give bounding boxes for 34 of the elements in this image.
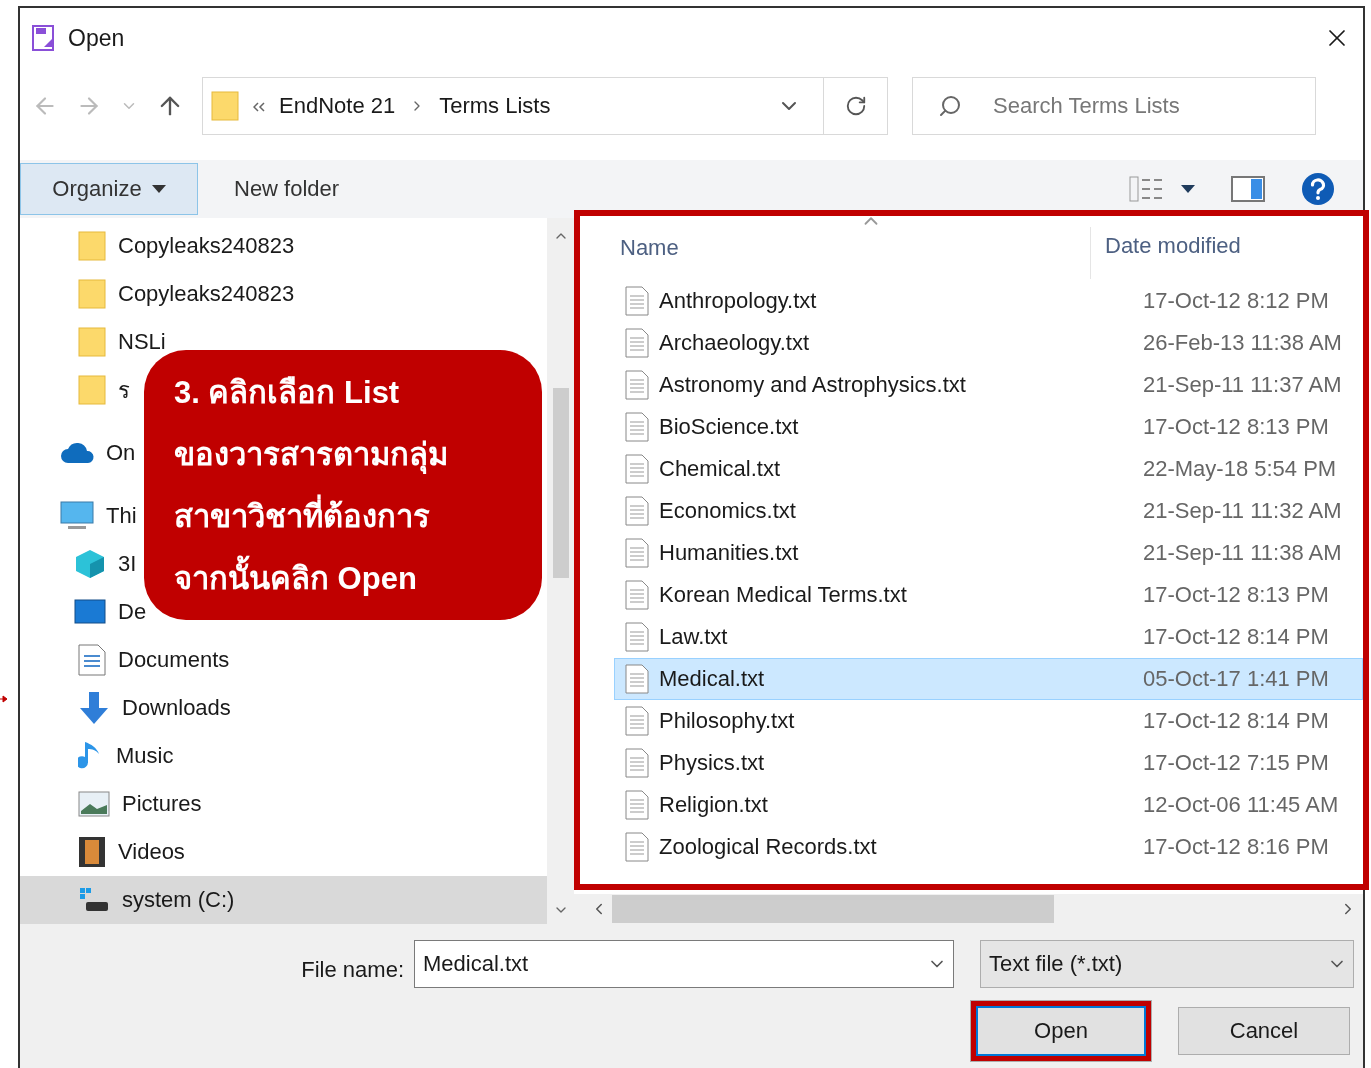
file-name: Religion.txt bbox=[658, 792, 769, 818]
file-date: 21-Sep-11 11:37 AM bbox=[1142, 372, 1342, 398]
file-date: 26-Feb-13 11:38 AM bbox=[1142, 330, 1342, 356]
file-name: Philosophy.txt bbox=[658, 708, 796, 734]
file-date: 21-Sep-11 11:38 AM bbox=[1142, 540, 1342, 566]
file-name: Humanities.txt bbox=[658, 540, 800, 566]
file-date: 17-Oct-12 8:13 PM bbox=[1142, 582, 1329, 608]
callout-text: สาขาวิชาที่ต้องการ bbox=[174, 486, 542, 548]
callout-text: จากนั้นคลิก Open bbox=[174, 548, 542, 610]
file-name: Archaeology.txt bbox=[658, 330, 810, 356]
file-date: 17-Oct-12 8:12 PM bbox=[1142, 288, 1329, 314]
file-name: Law.txt bbox=[658, 624, 729, 650]
file-date: 17-Oct-12 7:15 PM bbox=[1142, 750, 1329, 776]
file-name: BioScience.txt bbox=[658, 414, 800, 440]
window-title: Open bbox=[68, 24, 126, 52]
file-name-label: File name: bbox=[301, 957, 404, 983]
file-date: 17-Oct-12 8:14 PM bbox=[1142, 624, 1329, 650]
file-name: Physics.txt bbox=[658, 750, 766, 776]
file-date: 21-Sep-11 11:32 AM bbox=[1142, 498, 1342, 524]
file-name: Medical.txt bbox=[658, 666, 766, 692]
file-name: Chemical.txt bbox=[658, 456, 782, 482]
callout-text: ของวารสารตามกลุ่ม bbox=[174, 436, 449, 476]
file-name: Korean Medical Terms.txt bbox=[658, 582, 908, 608]
file-date: 17-Oct-12 8:13 PM bbox=[1142, 414, 1329, 440]
file-date: 05-Oct-17 1:41 PM bbox=[1142, 666, 1329, 692]
file-date: 12-Oct-06 11:45 AM bbox=[1142, 792, 1339, 818]
file-name: Astronomy and Astrophysics.txt bbox=[658, 372, 967, 398]
file-name: Economics.txt bbox=[658, 498, 797, 524]
file-date: 22-May-18 5:54 PM bbox=[1142, 456, 1337, 482]
file-date: 17-Oct-12 8:16 PM bbox=[1142, 834, 1329, 860]
callout-text: 3. คลิกเลือก List bbox=[174, 374, 401, 412]
file-date: 17-Oct-12 8:14 PM bbox=[1142, 708, 1329, 734]
file-name: Zoological Records.txt bbox=[658, 834, 878, 860]
file-name: Anthropology.txt bbox=[658, 288, 818, 314]
